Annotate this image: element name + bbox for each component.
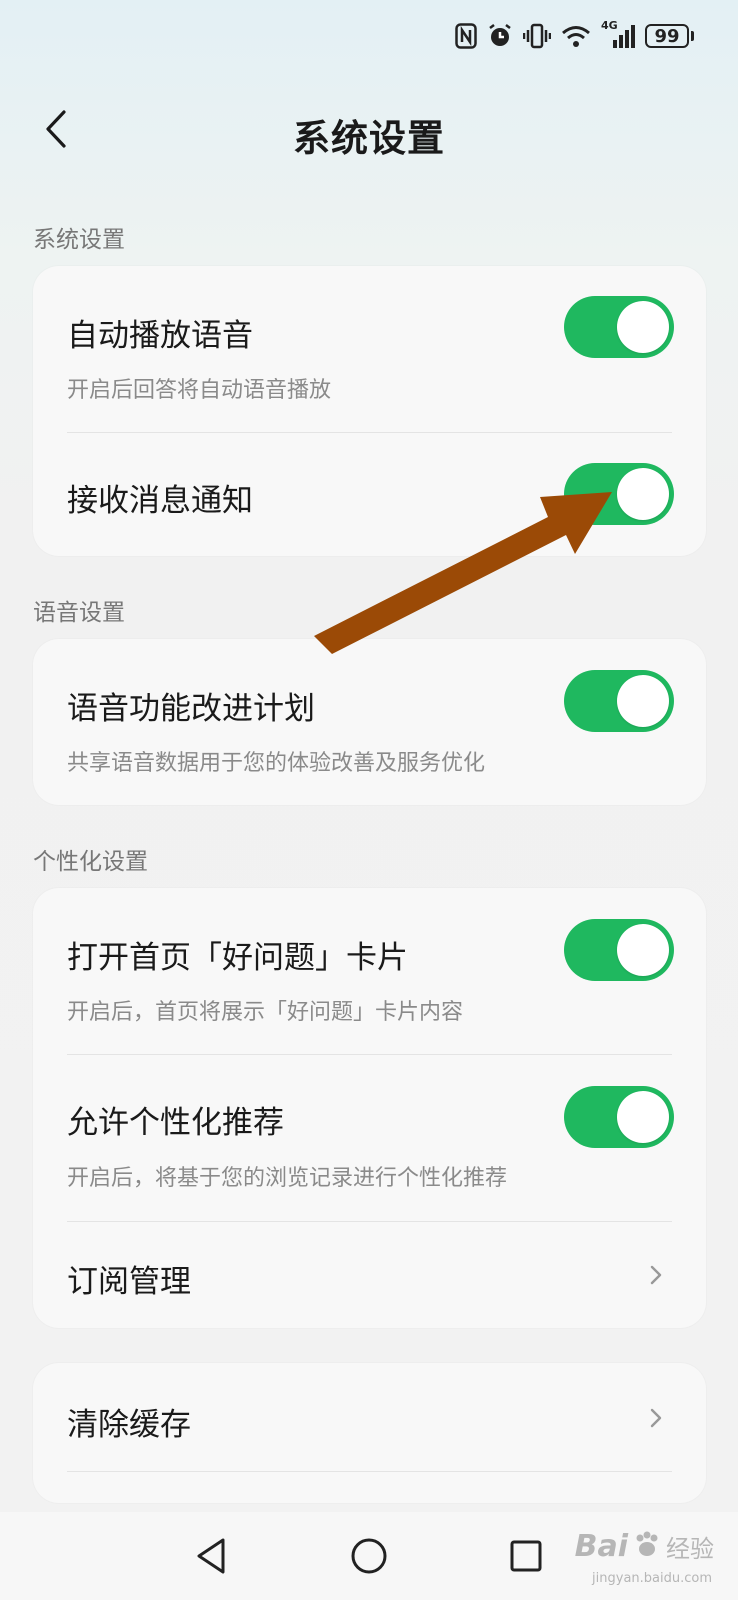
setting-description: 共享语音数据用于您的体验改善及服务优化 [67, 751, 486, 776]
battery-level: 99 [645, 24, 689, 48]
watermark: Bai 经验 [575, 1529, 714, 1564]
chevron-right-icon [650, 1408, 662, 1428]
setting-description: 开启后，将基于您的浏览记录进行个性化推荐 [67, 1166, 508, 1191]
setting-title: 订阅管理 [67, 1264, 191, 1300]
triangle-back-icon [197, 1538, 225, 1574]
nav-recents-button[interactable] [502, 1532, 550, 1580]
header: 系统设置 [0, 90, 738, 170]
setting-title: 自动播放语音 [67, 318, 253, 354]
signal-4g-icon: 4G [601, 19, 635, 49]
setting-row-receive-notifications: 接收消息通知 [33, 433, 706, 556]
toggle-knob [617, 468, 669, 520]
auto-play-voice-toggle[interactable] [564, 296, 674, 358]
status-icons: 4G 99 [455, 19, 694, 52]
setting-row-auto-play-voice: 自动播放语音 开启后回答将自动语音播放 [33, 266, 706, 432]
setting-row-subscription-management[interactable]: 订阅管理 [33, 1222, 706, 1328]
setting-title: 打开首页「好问题」卡片 [67, 940, 408, 976]
status-bar: 4G 99 [0, 0, 738, 72]
watermark-url: jingyan.baidu.com [592, 1571, 712, 1586]
toggle-knob [617, 301, 669, 353]
paw-icon [632, 1530, 662, 1564]
watermark-cn: 经验 [666, 1535, 714, 1563]
personalized-recommendation-toggle[interactable] [564, 1086, 674, 1148]
setting-description: 开启后回答将自动语音播放 [67, 378, 332, 403]
card-personalization-settings: 打开首页「好问题」卡片 开启后，首页将展示「好问题」卡片内容 允许个性化推荐 开… [33, 888, 706, 1328]
battery-icon: 99 [645, 24, 694, 48]
watermark-logo: Bai [574, 1529, 628, 1564]
chevron-right-icon [650, 1265, 662, 1285]
section-title-personalization: 个性化设置 [33, 849, 148, 875]
good-questions-card-toggle[interactable] [564, 919, 674, 981]
circle-home-icon [351, 1538, 387, 1574]
setting-title: 允许个性化推荐 [67, 1105, 284, 1141]
network-label: 4G [601, 19, 618, 32]
wifi-icon [561, 24, 591, 48]
card-cache: 清除缓存 [33, 1363, 706, 1503]
setting-title: 语音功能改进计划 [67, 691, 315, 727]
nav-home-button[interactable] [345, 1532, 393, 1580]
page-title: 系统设置 [293, 117, 445, 160]
battery-tip [691, 31, 694, 41]
setting-title: 清除缓存 [67, 1407, 191, 1443]
section-title-system: 系统设置 [33, 227, 125, 253]
divider [67, 1471, 672, 1472]
vibrate-icon [523, 23, 551, 49]
voice-improvement-toggle[interactable] [564, 670, 674, 732]
setting-row-voice-improvement: 语音功能改进计划 共享语音数据用于您的体验改善及服务优化 [33, 639, 706, 805]
alarm-icon [487, 23, 513, 49]
setting-title: 接收消息通知 [67, 483, 253, 519]
nav-back-button[interactable] [187, 1532, 235, 1580]
setting-row-good-questions-card: 打开首页「好问题」卡片 开启后，首页将展示「好问题」卡片内容 [33, 888, 706, 1054]
square-recents-icon [510, 1540, 542, 1572]
toggle-knob [617, 675, 669, 727]
nfc-icon [455, 23, 477, 49]
setting-description: 开启后，首页将展示「好问题」卡片内容 [67, 1000, 464, 1025]
setting-row-personalized-recommendation: 允许个性化推荐 开启后，将基于您的浏览记录进行个性化推荐 [33, 1055, 706, 1221]
card-voice-settings: 语音功能改进计划 共享语音数据用于您的体验改善及服务优化 [33, 639, 706, 805]
toggle-knob [617, 924, 669, 976]
section-title-voice: 语音设置 [33, 600, 125, 626]
receive-notifications-toggle[interactable] [564, 463, 674, 525]
card-system-settings: 自动播放语音 开启后回答将自动语音播放 接收消息通知 [33, 266, 706, 556]
toggle-knob [617, 1091, 669, 1143]
setting-row-clear-cache[interactable]: 清除缓存 [33, 1363, 706, 1471]
